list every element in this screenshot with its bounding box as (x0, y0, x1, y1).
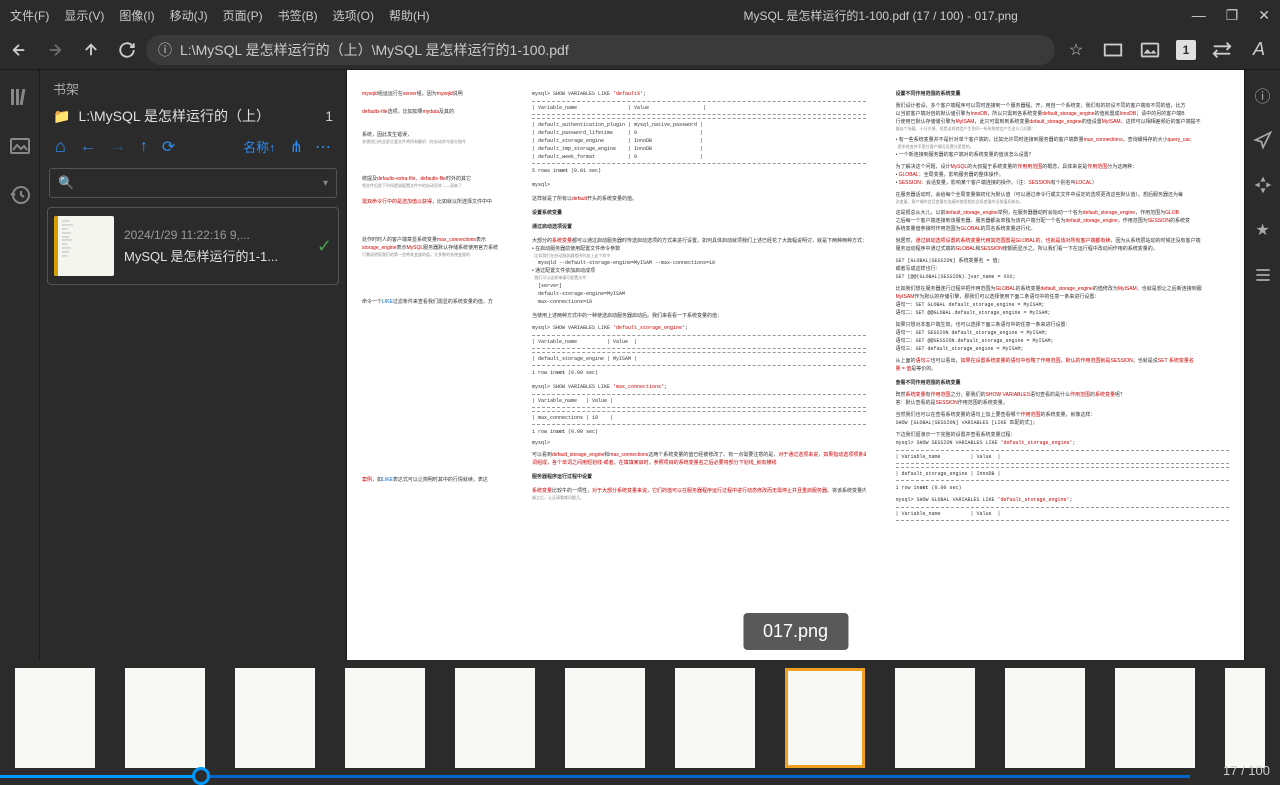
menu-move[interactable]: 移动(J) (170, 7, 208, 24)
minimize-button[interactable]: — (1192, 7, 1206, 24)
swap-icon[interactable] (1211, 39, 1233, 61)
font-icon[interactable]: A (1248, 39, 1270, 61)
image-rail-icon[interactable] (8, 134, 32, 158)
bookshelf-item-meta: 2024/1/29 11:22:16 9,... (124, 228, 307, 242)
sort-button[interactable]: 名称↑ (243, 137, 276, 156)
progress-fill (0, 775, 200, 778)
progress-handle[interactable] (192, 767, 210, 785)
thumbnail-8-active[interactable] (785, 668, 865, 768)
thumbnail-2[interactable] (125, 668, 205, 768)
info-icon: ⓘ (158, 40, 172, 60)
thumbnail-strip[interactable] (0, 660, 1280, 775)
star-rail-icon[interactable]: ★ (1253, 220, 1273, 240)
picture-icon[interactable] (1139, 39, 1161, 61)
menu-bookmark[interactable]: 书签(B) (278, 7, 318, 24)
folder-count: 1 (325, 108, 333, 124)
up-button[interactable] (82, 41, 100, 59)
thumbnail-7[interactable] (675, 668, 755, 768)
thumbnail-10[interactable] (1005, 668, 1085, 768)
info-rail-icon[interactable]: ⓘ (1253, 85, 1273, 105)
back-button[interactable] (10, 41, 28, 59)
check-icon: ✓ (317, 236, 332, 257)
forward-button[interactable] (46, 41, 64, 59)
search-input[interactable] (80, 176, 317, 191)
fit-width-icon[interactable] (1102, 39, 1124, 61)
sidebar-toolbar: ⌂ ← → ↑ ⟳ 名称↑ ⋔ ⋯ (45, 130, 341, 163)
page-filename-tooltip: 017.png (743, 613, 848, 650)
home-icon[interactable]: ⌂ (55, 136, 66, 157)
more-icon[interactable]: ⋯ (315, 137, 331, 157)
forward-nav-icon[interactable]: → (110, 138, 126, 156)
bookshelf-header: 书架 (45, 75, 341, 102)
thumbnail-4[interactable] (345, 668, 425, 768)
left-rail (0, 70, 40, 660)
bookshelf-item-thumb: ━━━━━━━━━━━━━━━━━━━━━━━━━━━━━━━━━━━━━━━━… (54, 216, 114, 276)
menu-file[interactable]: 文件(F) (10, 7, 49, 24)
sync-icon[interactable]: ⟳ (162, 137, 175, 157)
maximize-button[interactable]: ❐ (1226, 7, 1239, 24)
window-controls: — ❐ ✕ (1192, 7, 1270, 24)
menu-options[interactable]: 选项(O) (333, 7, 374, 24)
menu-bar: 文件(F) 显示(V) 图像(I) 移动(J) 页面(P) 书签(B) 选项(O… (0, 0, 1280, 30)
bookshelf-item-name: MySQL 是怎样运行的1-1... (124, 246, 307, 265)
thumbnail-5[interactable] (455, 668, 535, 768)
menu-items: 文件(F) 显示(V) 图像(I) 移动(J) 页面(P) 书签(B) 选项(O… (10, 7, 430, 24)
thumbnail-1[interactable] (15, 668, 95, 768)
thumbnail-12[interactable] (1225, 668, 1265, 768)
library-icon[interactable] (8, 85, 32, 109)
sidebar-search[interactable]: 🔍 ▾ (49, 168, 337, 198)
bottom-bar: 17 / 100 (0, 775, 1280, 782)
doc-page-left: mysqld组运运行在server组，因为mysqld说明 defaults-f… (347, 70, 517, 660)
right-rail: ⓘ ★ (1244, 70, 1280, 660)
send-icon[interactable] (1253, 130, 1273, 150)
page-badge[interactable]: 1 (1176, 40, 1196, 60)
menu-image[interactable]: 图像(I) (119, 7, 154, 24)
menu-page[interactable]: 页面(P) (223, 7, 263, 24)
star-icon[interactable]: ☆ (1065, 39, 1087, 61)
back-nav-icon[interactable]: ← (80, 138, 96, 156)
folder-path-row[interactable]: 📁 L:\MySQL 是怎样运行的（上） 1 (45, 102, 341, 130)
folder-icon: 📁 (53, 108, 70, 125)
search-icon: 🔍 (58, 175, 74, 191)
address-text: L:\MySQL 是怎样运行的（上）\MySQL 是怎样运行的1-100.pdf (180, 40, 569, 60)
pinwheel-icon[interactable] (1253, 175, 1273, 195)
address-bar[interactable]: ⓘ L:\MySQL 是怎样运行的（上）\MySQL 是怎样运行的1-100.p… (146, 35, 1055, 65)
thumbnail-3[interactable] (235, 668, 315, 768)
up-nav-icon[interactable]: ↑ (140, 138, 148, 156)
toolbar: ⓘ L:\MySQL 是怎样运行的（上）\MySQL 是怎样运行的1-100.p… (0, 30, 1280, 70)
document-viewport[interactable]: mysqld组运运行在server组，因为mysqld说明 defaults-f… (347, 70, 1244, 660)
share-icon[interactable]: ⋔ (290, 137, 303, 157)
page-indicator: 17 / 100 (1223, 763, 1270, 778)
menu-help[interactable]: 帮助(H) (389, 7, 430, 24)
search-dropdown-icon[interactable]: ▾ (323, 178, 328, 189)
refresh-button[interactable] (118, 41, 136, 59)
doc-page-middle: mysql> SHOW VARIABLES LIKE 'default%'; |… (517, 70, 881, 660)
bookshelf-panel: 书架 📁 L:\MySQL 是怎样运行的（上） 1 ⌂ ← → ↑ ⟳ 名称↑ … (40, 70, 347, 660)
thumbnail-9[interactable] (895, 668, 975, 768)
thumbnail-6[interactable] (565, 668, 645, 768)
bookshelf-item[interactable]: ━━━━━━━━━━━━━━━━━━━━━━━━━━━━━━━━━━━━━━━━… (47, 207, 339, 285)
thumbnail-11[interactable] (1115, 668, 1195, 768)
doc-page-right: 设置不同作用范围的系统变量 我们设计者设，多个客户端程序可以同时连接到一个服务器… (881, 70, 1245, 660)
window-title: MySQL 是怎样运行的1-100.pdf (17 / 100) - 017.p… (570, 7, 1192, 24)
history-icon[interactable] (8, 183, 32, 207)
list-rail-icon[interactable] (1253, 265, 1273, 285)
folder-path-text: L:\MySQL 是怎样运行的（上） (78, 106, 317, 126)
menu-view[interactable]: 显示(V) (64, 7, 104, 24)
close-button[interactable]: ✕ (1258, 7, 1270, 24)
